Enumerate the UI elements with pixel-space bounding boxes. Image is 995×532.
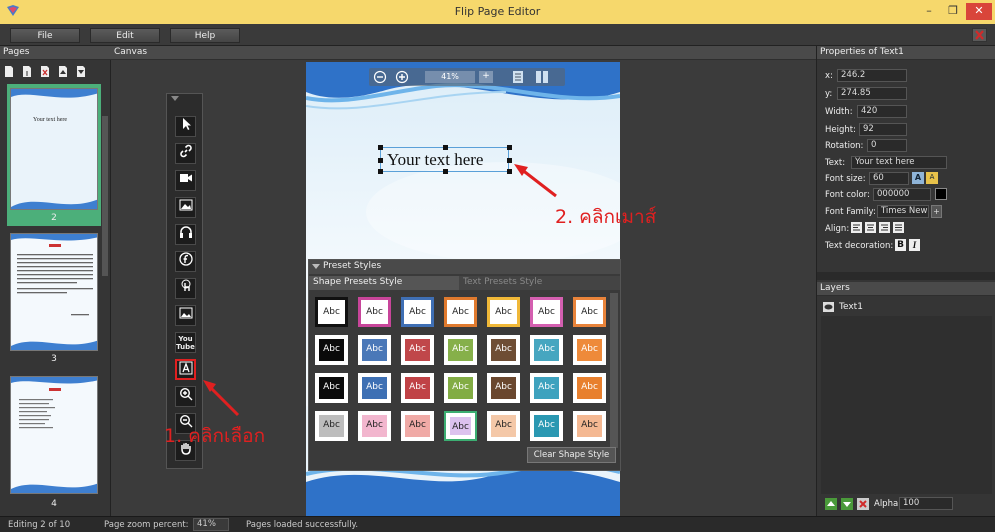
annotation-arrows [203,164,557,417]
arrow-step1 [203,380,240,417]
annotation-step1: 1. คลิกเลือก [164,425,266,447]
annotation-step2: 2. คลิกเมาส์ [555,206,657,228]
arrow-step2 [514,164,557,198]
